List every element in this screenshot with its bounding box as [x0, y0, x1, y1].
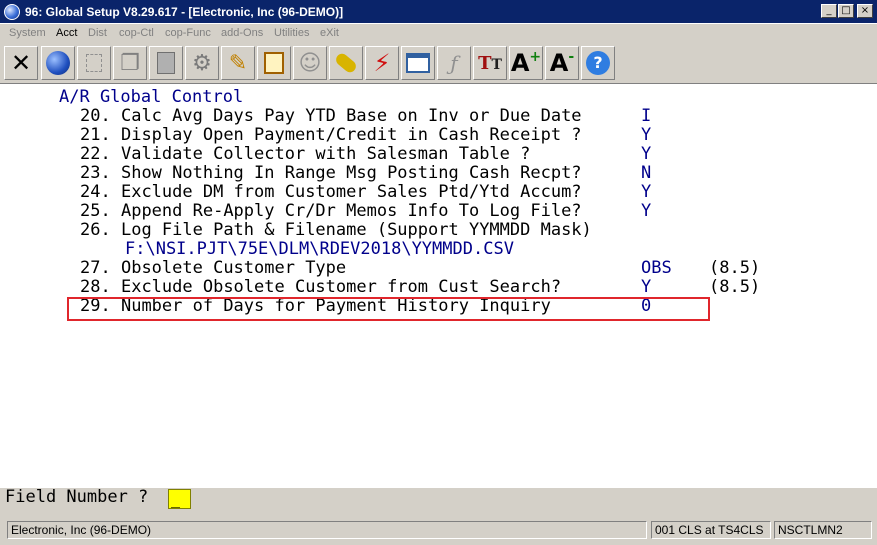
terminal-screen: A/R Global Control 20. Calc Avg Days Pay… — [0, 85, 877, 488]
log-file-path-value[interactable]: F:\NSI.PJT\75E\DLM\RDEV2018\YYMMDD.CSV — [125, 240, 514, 259]
menu-utilities[interactable]: Utilities — [274, 27, 309, 39]
status-bar: Electronic, Inc (96-DEMO) 001 CLS at TS4… — [0, 518, 877, 545]
settings-gear-icon[interactable]: ⚙ — [185, 46, 219, 80]
app-globe-icon[interactable] — [4, 4, 20, 20]
font-increase-icon[interactable]: A+ — [509, 46, 543, 80]
prompt-bar: Field Number ? _ — [0, 488, 877, 518]
field-value-27[interactable]: OBS — [641, 259, 672, 278]
field-line-26[interactable]: 26. Log File Path & Filename (Support YY… — [80, 221, 592, 240]
field-number: 28. — [80, 277, 111, 297]
field-number: 27. — [80, 258, 111, 278]
field-number: 21. — [80, 125, 111, 145]
field-label: Exclude DM from Customer Sales Ptd/Ytd A… — [120, 182, 582, 202]
field-number: 25. — [80, 201, 111, 221]
paste-icon[interactable] — [149, 46, 183, 80]
highlight-annotation-box — [67, 297, 710, 321]
field-line-21[interactable]: 21. Display Open Payment/Credit in Cash … — [80, 126, 582, 145]
edit-pencil-icon[interactable]: ✎ — [221, 46, 255, 80]
field-value-28[interactable]: Y — [641, 278, 651, 297]
field-number-input[interactable]: _ — [168, 489, 191, 509]
exit-x-icon[interactable]: ✕ — [4, 46, 38, 80]
field-label: Obsolete Customer Type — [120, 258, 347, 278]
menu-system[interactable]: System — [9, 27, 46, 39]
minimize-button[interactable]: _ — [821, 4, 837, 18]
field-value-22[interactable]: Y — [641, 145, 651, 164]
menu-dist[interactable]: Dist — [88, 27, 107, 39]
status-session: 001 CLS at TS4CLS — [651, 521, 771, 539]
menu-cop-func[interactable]: cop-Func — [165, 27, 211, 39]
window-lightning-icon[interactable] — [401, 46, 435, 80]
menu-bar: System Acct Dist cop-Ctl cop-Func add-On… — [0, 24, 877, 43]
menu-acct[interactable]: Acct — [56, 27, 77, 39]
field-label: Display Open Payment/Credit in Cash Rece… — [120, 125, 582, 145]
title-bar: 96: Global Setup V8.29.617 - [Electronic… — [0, 0, 877, 24]
help-icon[interactable]: ? — [581, 46, 615, 80]
version-note: (8.5) — [709, 258, 761, 278]
field-value-24[interactable]: Y — [641, 183, 651, 202]
lightning-icon[interactable]: ⚡ — [365, 46, 399, 80]
notepad-icon[interactable] — [257, 46, 291, 80]
close-button[interactable]: × — [857, 4, 873, 18]
font-tt-icon[interactable]: TT — [473, 46, 507, 80]
menu-exit[interactable]: eXit — [320, 27, 339, 39]
field-number: 20. — [80, 106, 111, 126]
blank-page-icon[interactable] — [77, 46, 111, 80]
version-note: (8.5) — [709, 277, 761, 297]
field-number: 24. — [80, 182, 111, 202]
status-company: Electronic, Inc (96-DEMO) — [7, 521, 647, 539]
field-number-prompt-label: Field Number ? — [5, 487, 149, 507]
field-value-20[interactable]: I — [641, 107, 651, 126]
menu-add-ons[interactable]: add-Ons — [221, 27, 263, 39]
field-line-24[interactable]: 24. Exclude DM from Customer Sales Ptd/Y… — [80, 183, 582, 202]
field-line-25[interactable]: 25. Append Re-Apply Cr/Dr Memos Info To … — [80, 202, 582, 221]
field-value-23[interactable]: N — [641, 164, 651, 183]
font-decrease-icon[interactable]: A- — [545, 46, 579, 80]
field-number: 22. — [80, 144, 111, 164]
field-value-25[interactable]: Y — [641, 202, 651, 221]
copy-icon[interactable]: ❐ — [113, 46, 147, 80]
field-line-22[interactable]: 22. Validate Collector with Salesman Tab… — [80, 145, 530, 164]
field-line-27[interactable]: 27. Obsolete Customer Type — [80, 259, 346, 278]
menu-cop-ctl[interactable]: cop-Ctl — [119, 27, 154, 39]
field-label: Validate Collector with Salesman Table ? — [120, 144, 531, 164]
maximize-button[interactable]: □ — [838, 4, 854, 18]
field-number: 26. — [80, 220, 111, 240]
toolbar: ✕ ❐ ⚙ ✎ ☺ ⚡ ƒ TT A+ A- ? — [0, 43, 877, 84]
field-label: Calc Avg Days Pay YTD Base on Inv or Due… — [120, 106, 582, 126]
field-label: Show Nothing In Range Msg Posting Cash R… — [120, 163, 582, 183]
font-script-icon[interactable]: ƒ — [437, 46, 471, 80]
link-chain-icon[interactable] — [329, 46, 363, 80]
window-title: 96: Global Setup V8.29.617 - [Electronic… — [25, 5, 344, 19]
field-line-20[interactable]: 20. Calc Avg Days Pay YTD Base on Inv or… — [80, 107, 582, 126]
field-label: Log File Path & Filename (Support YYMMDD… — [120, 220, 592, 240]
status-user: NSCTLMN2 — [774, 521, 872, 539]
users-icon[interactable]: ☺ — [293, 46, 327, 80]
field-line-28[interactable]: 28. Exclude Obsolete Customer from Cust … — [80, 278, 561, 297]
field-value-21[interactable]: Y — [641, 126, 651, 145]
field-label: Append Re-Apply Cr/Dr Memos Info To Log … — [120, 201, 582, 221]
field-number: 23. — [80, 163, 111, 183]
field-label: Exclude Obsolete Customer from Cust Sear… — [120, 277, 562, 297]
screen-heading: A/R Global Control — [59, 87, 244, 107]
field-line-23[interactable]: 23. Show Nothing In Range Msg Posting Ca… — [80, 164, 582, 183]
globe-icon[interactable] — [41, 46, 75, 80]
